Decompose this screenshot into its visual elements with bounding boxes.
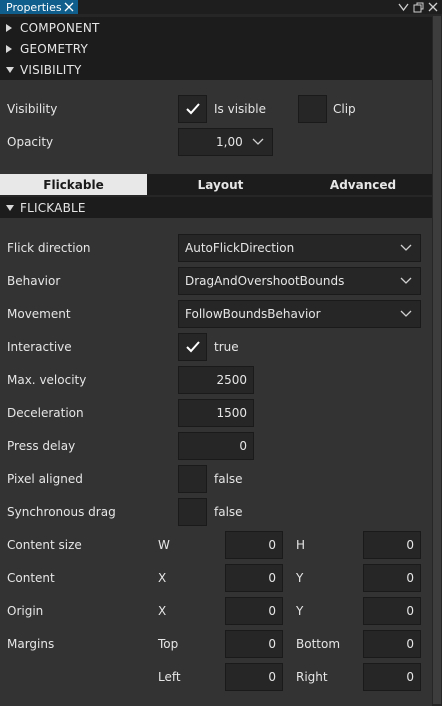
- close-panel-icon[interactable]: [428, 2, 438, 12]
- tab-advanced[interactable]: Advanced: [294, 174, 432, 195]
- tab-flickable[interactable]: Flickable: [0, 174, 147, 195]
- behavior-combobox[interactable]: DragAndOvershootBounds: [178, 267, 421, 295]
- title-bar-icons: [398, 0, 442, 14]
- margins-bottom-input[interactable]: 0: [363, 630, 421, 658]
- synchronous-drag-label: Synchronous drag: [7, 505, 116, 519]
- synchronous-drag-value: false: [214, 505, 243, 519]
- checkmark-icon: [185, 103, 200, 115]
- chevron-down-icon: [400, 277, 412, 284]
- max-velocity-label: Max. velocity: [7, 373, 87, 387]
- close-icon[interactable]: [63, 0, 75, 14]
- undock-icon[interactable]: [413, 2, 424, 13]
- opacity-label: Opacity: [7, 135, 54, 149]
- content-y-label: Y: [296, 571, 304, 585]
- is-visible-checkbox[interactable]: [178, 95, 207, 123]
- max-velocity-input[interactable]: 2500: [178, 366, 254, 394]
- content-size-h-label: H: [296, 538, 306, 552]
- properties-tab[interactable]: Properties: [0, 0, 78, 14]
- deceleration-input[interactable]: 1500: [178, 399, 254, 427]
- properties-tab-label: Properties: [6, 0, 62, 14]
- collapsed-arrow-icon: [6, 38, 20, 59]
- content-label: Content: [7, 571, 55, 585]
- section-flickable[interactable]: FLICKABLE: [0, 197, 432, 218]
- content-x-input[interactable]: 0: [225, 564, 283, 592]
- interactive-value: true: [214, 340, 239, 354]
- section-geometry[interactable]: GEOMETRY: [0, 38, 442, 59]
- origin-x-label: X: [158, 604, 167, 618]
- title-bar: Properties: [0, 0, 442, 14]
- margins-right-input[interactable]: 0: [363, 663, 421, 691]
- margins-left-input[interactable]: 0: [225, 663, 283, 691]
- checkmark-icon: [185, 341, 200, 353]
- movement-value: FollowBoundsBehavior: [185, 307, 321, 321]
- flickable-panel: Flick direction AutoFlickDirection Behav…: [0, 218, 432, 706]
- chevron-down-icon[interactable]: [398, 2, 409, 12]
- flick-direction-combobox[interactable]: AutoFlickDirection: [178, 234, 421, 262]
- origin-y-label: Y: [296, 604, 304, 618]
- section-component-label: COMPONENT: [20, 20, 100, 35]
- visibility-label: Visibility: [7, 102, 58, 116]
- content-size-h-input[interactable]: 0: [363, 531, 421, 559]
- content-size-label: Content size: [7, 538, 82, 552]
- opacity-value: 1,00: [216, 135, 243, 149]
- press-delay-input[interactable]: 0: [178, 432, 254, 460]
- section-visibility[interactable]: VISIBILITY: [0, 59, 442, 80]
- behavior-value: DragAndOvershootBounds: [185, 274, 345, 288]
- flick-direction-label: Flick direction: [7, 241, 91, 255]
- content-size-w-label: W: [158, 538, 170, 552]
- clip-label: Clip: [333, 102, 356, 116]
- margins-right-label: Right: [296, 670, 328, 684]
- flick-direction-value: AutoFlickDirection: [185, 241, 295, 255]
- content-y-input[interactable]: 0: [363, 564, 421, 592]
- chevron-down-icon: [400, 310, 412, 317]
- interactive-label: Interactive: [7, 340, 72, 354]
- margins-label: Margins: [7, 637, 55, 651]
- content-size-w-input[interactable]: 0: [225, 531, 283, 559]
- expanded-arrow-icon: [6, 197, 20, 218]
- press-delay-label: Press delay: [7, 439, 76, 453]
- margins-top-label: Top: [158, 637, 179, 651]
- tab-bar: Flickable Layout Advanced: [0, 174, 432, 195]
- chevron-down-icon[interactable]: [252, 138, 264, 146]
- collapsed-arrow-icon: [6, 17, 20, 38]
- movement-combobox[interactable]: FollowBoundsBehavior: [178, 300, 421, 328]
- deceleration-label: Deceleration: [7, 406, 84, 420]
- movement-label: Movement: [7, 307, 71, 321]
- margins-bottom-label: Bottom: [296, 637, 341, 651]
- origin-y-input[interactable]: 0: [363, 597, 421, 625]
- pixel-aligned-value: false: [214, 472, 243, 486]
- clip-checkbox[interactable]: [298, 95, 327, 123]
- section-visibility-label: VISIBILITY: [20, 62, 82, 77]
- chevron-down-icon: [400, 244, 412, 251]
- visibility-panel: Visibility Is visible Clip Opacity 1,00: [0, 80, 432, 174]
- tab-layout[interactable]: Layout: [147, 174, 294, 195]
- expanded-arrow-icon: [6, 59, 20, 80]
- origin-x-input[interactable]: 0: [225, 597, 283, 625]
- origin-label: Origin: [7, 604, 44, 618]
- margins-left-label: Left: [158, 670, 181, 684]
- is-visible-label: Is visible: [214, 102, 266, 116]
- section-flickable-label: FLICKABLE: [20, 200, 86, 215]
- interactive-checkbox[interactable]: [178, 333, 207, 361]
- pixel-aligned-label: Pixel aligned: [7, 472, 83, 486]
- content-x-label: X: [158, 571, 167, 585]
- opacity-spinbox[interactable]: 1,00: [178, 128, 273, 156]
- section-geometry-label: GEOMETRY: [20, 41, 89, 56]
- margins-top-input[interactable]: 0: [225, 630, 283, 658]
- synchronous-drag-checkbox[interactable]: [178, 498, 207, 526]
- section-component[interactable]: COMPONENT: [0, 17, 442, 38]
- scrollbar-thumb[interactable]: [433, 16, 441, 704]
- pixel-aligned-checkbox[interactable]: [178, 465, 207, 493]
- behavior-label: Behavior: [7, 274, 61, 288]
